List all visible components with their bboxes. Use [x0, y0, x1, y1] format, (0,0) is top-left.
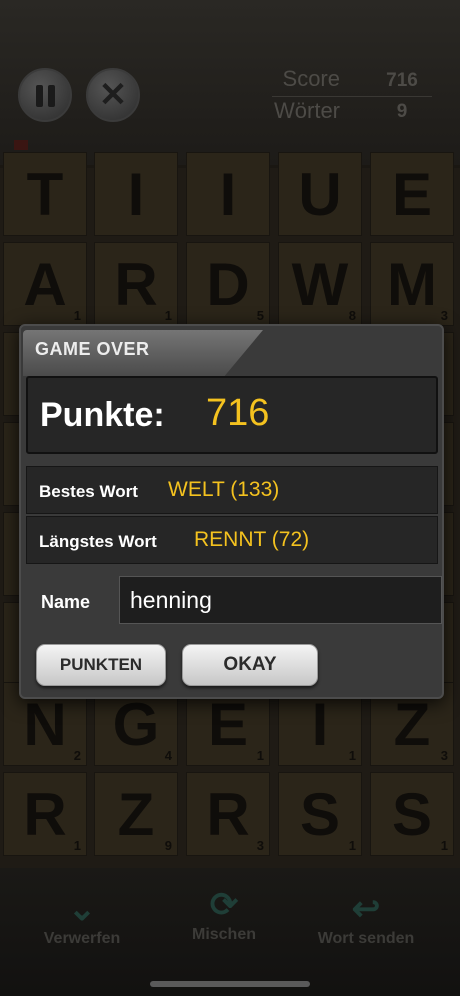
punkten-button[interactable]: PUNKTEN — [36, 644, 166, 686]
letter-tile[interactable]: S1 — [370, 772, 454, 856]
letter-tile[interactable]: E — [370, 152, 454, 236]
dialog-title: GAME OVER — [35, 339, 150, 359]
longest-word-value: RENNT (72) — [194, 528, 310, 551]
tile-letter: E — [391, 160, 433, 228]
tile-points: 1 — [164, 308, 172, 323]
tile-points: 3 — [440, 748, 448, 763]
longest-word-row: Längstes Wort RENNT (72) — [26, 516, 438, 564]
letter-tile[interactable]: D5 — [186, 242, 270, 326]
letter-tile[interactable]: I — [94, 152, 178, 236]
tile-letter: Z — [393, 690, 431, 758]
tile-letter: S — [299, 780, 341, 848]
tile-letter: A — [23, 250, 67, 318]
send-word-button[interactable]: ↩ Wort senden — [296, 888, 436, 948]
tile-points: 1 — [348, 748, 356, 763]
tile-points: 1 — [73, 838, 81, 853]
tile-letter: E — [207, 690, 249, 758]
letter-tile[interactable]: M3 — [370, 242, 454, 326]
best-word-label: Bestes Wort — [39, 482, 138, 501]
tile-points: 8 — [348, 308, 356, 323]
tile-letter: T — [26, 160, 64, 228]
tile-letter: I — [311, 690, 329, 758]
tile-letter: N — [23, 690, 67, 758]
tile-points: 1 — [440, 838, 448, 853]
discard-button[interactable]: ⌄ Verwerfen — [12, 888, 152, 948]
letter-tile[interactable]: Z9 — [94, 772, 178, 856]
name-input[interactable] — [119, 576, 442, 624]
shuffle-label: Mischen — [191, 926, 256, 943]
points-value: 716 — [206, 392, 270, 434]
tile-points: 5 — [256, 308, 264, 323]
points-label: Punkte: — [40, 396, 165, 434]
name-label: Name — [41, 592, 91, 612]
letter-tile[interactable]: U — [278, 152, 362, 236]
shuffle-button[interactable]: ⟳ Mischen — [154, 884, 294, 944]
tile-points: 1 — [73, 308, 81, 323]
home-indicator[interactable] — [150, 981, 310, 987]
letter-tile[interactable]: S1 — [278, 772, 362, 856]
tile-letter: R — [23, 780, 67, 848]
score-value: 716 — [386, 70, 418, 91]
tile-letter: R — [206, 780, 250, 848]
tile-letter: M — [387, 250, 437, 318]
tile-letter: D — [206, 250, 250, 318]
tile-points: 3 — [256, 838, 264, 853]
discard-label: Verwerfen — [43, 930, 121, 947]
top-bar: ✕ Score 716 Wörter 9 — [0, 0, 460, 165]
close-button[interactable]: ✕ — [86, 68, 140, 122]
letter-tile[interactable]: I — [186, 152, 270, 236]
best-word-value: WELT (133) — [168, 478, 280, 501]
send-label: Wort senden — [317, 930, 415, 947]
tile-points: 1 — [348, 838, 356, 853]
tile-letter: G — [112, 690, 160, 758]
pause-button[interactable] — [18, 68, 72, 122]
tile-letter: S — [391, 780, 433, 848]
tile-letter: I — [127, 160, 145, 228]
best-word-row: Bestes Wort WELT (133) — [26, 466, 438, 514]
double-chevron-down-icon: ⌄ — [67, 890, 97, 928]
points-panel: Punkte: 716 — [26, 376, 438, 454]
tile-letter: U — [298, 160, 342, 228]
tile-letter: Z — [117, 780, 155, 848]
tile-points: 9 — [164, 838, 172, 853]
okay-button[interactable]: OKAY — [182, 644, 318, 686]
words-value: 9 — [396, 101, 408, 122]
letter-tile[interactable]: T — [3, 152, 87, 236]
letter-tile[interactable]: R3 — [186, 772, 270, 856]
letter-tile[interactable]: R1 — [3, 772, 87, 856]
tile-letter: W — [291, 250, 349, 318]
tile-points: 2 — [73, 748, 81, 763]
stat-divider — [272, 96, 432, 97]
timer-indicator — [14, 140, 28, 150]
tile-points: 3 — [440, 308, 448, 323]
letter-tile[interactable]: A1 — [3, 242, 87, 326]
longest-word-label: Längstes Wort — [39, 532, 157, 551]
tile-points: 4 — [164, 748, 172, 763]
close-icon: ✕ — [98, 76, 128, 114]
game-over-dialog: GAME OVER Punkte: 716 Bestes Wort WELT (… — [19, 324, 444, 699]
letter-tile[interactable]: R1 — [94, 242, 178, 326]
send-arrow-icon: ↩ — [351, 890, 381, 928]
tile-letter: R — [114, 250, 158, 318]
tile-letter: I — [219, 160, 237, 228]
tile-points: 1 — [256, 748, 264, 763]
letter-tile[interactable]: W8 — [278, 242, 362, 326]
words-label: Wörter — [274, 98, 340, 123]
shuffle-icon: ⟳ — [209, 886, 239, 924]
score-label: Score — [282, 66, 340, 91]
